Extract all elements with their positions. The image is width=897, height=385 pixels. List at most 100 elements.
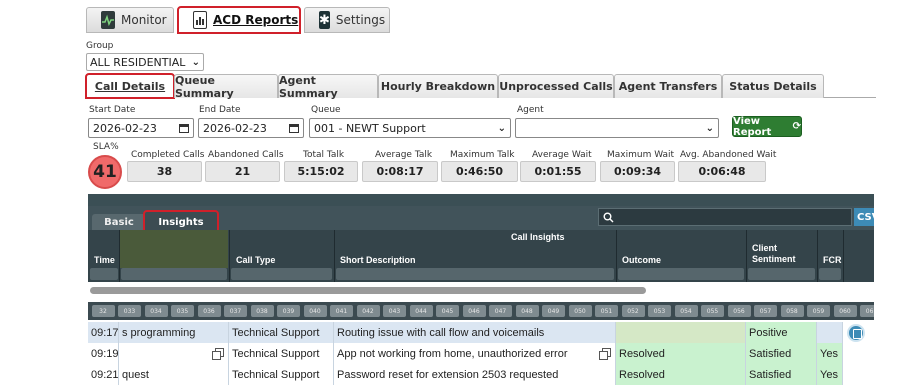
header-outcome[interactable]: Outcome xyxy=(622,255,661,265)
chevron-down-icon: ⌄ xyxy=(191,56,200,68)
column-number-chip: 033 xyxy=(118,305,141,317)
queue-select-value: 001 - NEWT Support xyxy=(314,121,426,135)
tab-call-details[interactable]: Call Details xyxy=(85,73,175,99)
table-row[interactable]: 09:17 s programming Technical Support Ro… xyxy=(88,322,874,343)
csv-export-button[interactable]: CSV xyxy=(854,208,874,226)
stat-maximum-talk: 0:46:50 xyxy=(441,161,518,182)
column-number-chip: 053 xyxy=(648,305,671,317)
tab-monitor[interactable]: Monitor xyxy=(86,7,174,33)
table-row[interactable]: 09:21 quest Technical Support Password r… xyxy=(88,364,874,385)
header-call-insights: Call Insights xyxy=(511,232,565,242)
view-report-label: View Report xyxy=(733,115,772,138)
stat-abandoned-calls: 21 xyxy=(205,161,280,182)
filter-client-sentiment[interactable] xyxy=(748,268,815,280)
stat-total-talk: 5:15:02 xyxy=(284,161,358,182)
header-call-type[interactable]: Call Type xyxy=(236,255,275,265)
tab-agent-summary[interactable]: Agent Summary xyxy=(278,74,378,100)
cell-snippet: s programming xyxy=(119,322,229,343)
report-tabs: Call Details Queue Summary Agent Summary… xyxy=(85,73,876,100)
header-short-description[interactable]: Short Description xyxy=(340,255,416,265)
stat-average-wait: 0:01:55 xyxy=(520,161,596,182)
agent-select[interactable]: ⌄ xyxy=(515,118,719,138)
filter-call-type[interactable] xyxy=(231,268,332,280)
column-number-chip: 041 xyxy=(330,305,353,317)
end-date-value: 2026-02-23 xyxy=(203,121,267,135)
header-separator xyxy=(843,230,844,282)
cell-short-description-text: App not working from home, unauthorized … xyxy=(337,347,568,360)
calendar-icon xyxy=(289,123,299,133)
group-select[interactable]: ALL RESIDENTIAL ⌄ xyxy=(86,53,204,71)
header-group-cell xyxy=(120,230,228,268)
stat-avg-abandoned-wait: 0:06:48 xyxy=(678,161,766,182)
column-number-chip: 043 xyxy=(383,305,406,317)
stat-label-max-wait: Maximum Wait xyxy=(607,150,675,160)
stat-label-max-talk: Maximum Talk xyxy=(450,150,515,160)
cell-short-description: Routing issue with call flow and voicema… xyxy=(334,322,616,343)
tab-unprocessed-calls[interactable]: Unprocessed Calls xyxy=(498,74,614,98)
queue-label: Queue xyxy=(311,105,341,115)
filter-time[interactable] xyxy=(90,268,118,280)
scrollbar-thumb[interactable] xyxy=(90,287,646,294)
column-number-chip: 049 xyxy=(542,305,565,317)
tab-agent-transfers[interactable]: Agent Transfers xyxy=(614,74,722,98)
column-number-chip: 044 xyxy=(409,305,433,317)
agent-label: Agent xyxy=(517,105,544,115)
column-number-chip: 037 xyxy=(224,305,247,317)
stat-label-completed: Completed Calls xyxy=(131,150,205,160)
header-fcr[interactable]: FCR xyxy=(823,255,842,265)
column-number-chip: 035 xyxy=(171,305,194,317)
header-time[interactable]: Time xyxy=(94,255,115,265)
filter-short-description[interactable] xyxy=(336,268,614,280)
tab-status-details[interactable]: Status Details xyxy=(722,74,824,98)
filter-fcr[interactable] xyxy=(819,268,841,280)
tab-settings-label: Settings xyxy=(335,13,386,27)
column-number-chip: 051 xyxy=(595,305,618,317)
cell-call-type: Technical Support xyxy=(229,322,334,343)
queue-select[interactable]: 001 - NEWT Support ⌄ xyxy=(309,118,511,138)
cell-time: 09:21 xyxy=(88,364,119,385)
end-date-input[interactable]: 2026-02-23 xyxy=(198,118,304,138)
sla-label: SLA% xyxy=(93,142,119,152)
stat-maximum-wait: 0:09:34 xyxy=(600,161,675,182)
cell-fcr: Yes xyxy=(817,364,843,385)
view-report-button[interactable]: View Report ⟳ xyxy=(732,115,802,138)
search-icon xyxy=(603,212,614,222)
cell-fcr xyxy=(817,322,843,343)
header-separator xyxy=(119,230,120,282)
copy-icon[interactable] xyxy=(599,348,611,360)
gear-icon: ✱ xyxy=(319,11,330,29)
table-row[interactable]: 09:19 Technical Support App not working … xyxy=(88,343,874,364)
tab-hourly-breakdown[interactable]: Hourly Breakdown xyxy=(378,74,498,98)
tab-settings[interactable]: ✱ Settings xyxy=(304,7,390,33)
sla-value: 41 xyxy=(88,155,122,189)
group-label: Group xyxy=(86,41,114,51)
column-number-chip: 057 xyxy=(754,305,777,317)
chevron-down-icon: ⌄ xyxy=(497,122,506,134)
column-number-chip: 058 xyxy=(780,305,804,317)
cell-sentiment: Positive xyxy=(746,322,817,343)
start-date-input[interactable]: 2026-02-23 xyxy=(88,118,194,138)
report-icon xyxy=(193,11,207,29)
top-tabs: Monitor ACD Reports ✱ Settings xyxy=(86,4,394,34)
tab-acd-reports[interactable]: ACD Reports xyxy=(177,6,301,34)
tab-queue-summary[interactable]: Queue Summary xyxy=(174,74,278,100)
filter-column[interactable] xyxy=(121,268,227,280)
calendar-icon xyxy=(179,123,189,133)
grid-search-input[interactable] xyxy=(598,208,852,226)
cell-call-type: Technical Support xyxy=(229,364,334,385)
stat-label-avg-talk: Average Talk xyxy=(375,150,433,160)
tab-basic[interactable]: Basic xyxy=(92,214,146,231)
column-number-chip: 048 xyxy=(515,305,539,317)
row-detail-button[interactable] xyxy=(847,324,865,342)
column-number-chip: 042 xyxy=(356,305,380,317)
header-separator xyxy=(817,230,818,282)
cell-outcome xyxy=(616,322,746,343)
cell-time: 09:19 xyxy=(88,343,119,364)
copy-icon[interactable] xyxy=(212,348,224,360)
header-client-sentiment[interactable]: Client Sentiment xyxy=(752,243,796,265)
column-number-chip: 039 xyxy=(277,305,300,317)
cell-sentiment: Satisfied xyxy=(746,343,817,364)
column-number-chip: 056 xyxy=(727,305,751,317)
column-number-chip: 060 xyxy=(833,305,857,317)
filter-outcome[interactable] xyxy=(618,268,744,280)
